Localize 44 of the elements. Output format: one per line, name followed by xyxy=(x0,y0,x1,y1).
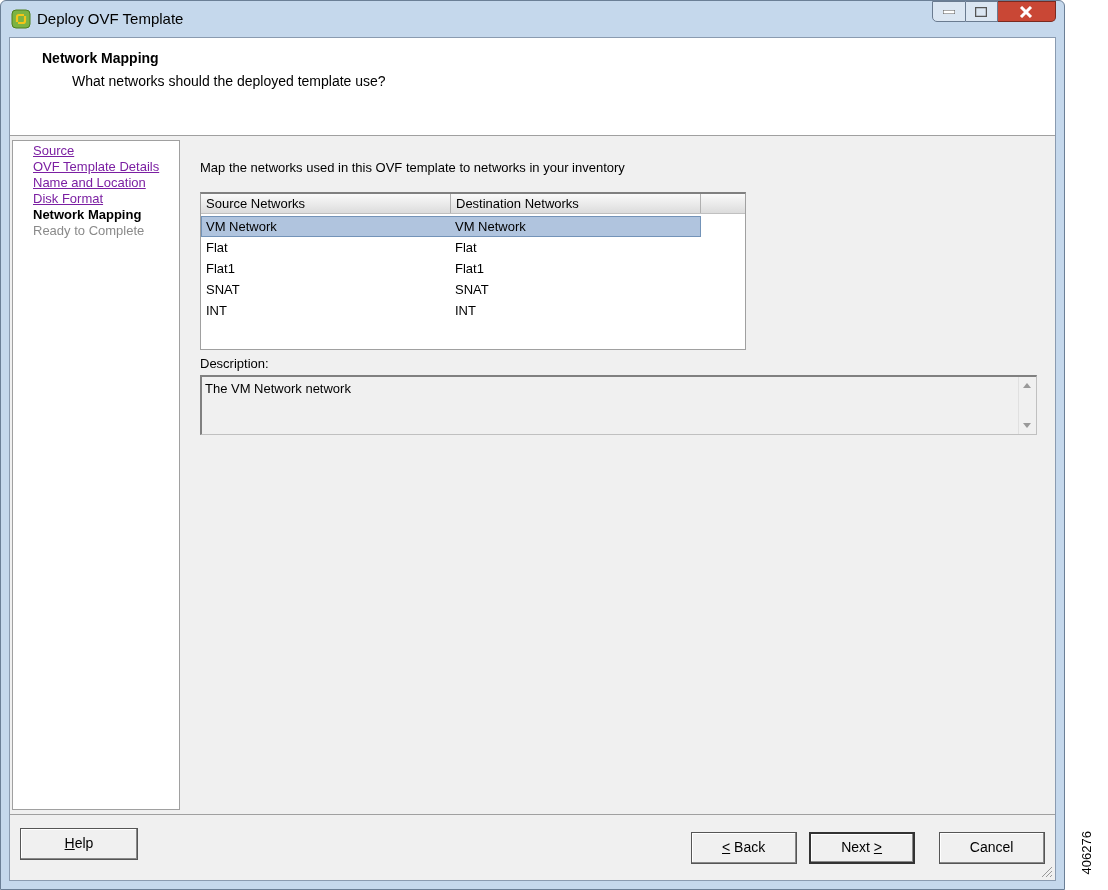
page-heading: Network Mapping xyxy=(42,49,160,68)
table-row[interactable]: Flat1 Flat1 xyxy=(201,257,701,279)
wizard-step[interactable]: OVF Template Details xyxy=(33,159,179,175)
maximize-button[interactable] xyxy=(965,1,998,22)
resize-grip-icon[interactable] xyxy=(1040,866,1053,878)
page-subtitle: What networks should the deployed template use? xyxy=(71,72,387,91)
wizard-step[interactable]: Disk Format xyxy=(33,191,179,207)
wizard-step: Ready to Complete xyxy=(33,223,179,239)
close-button[interactable] xyxy=(997,1,1056,22)
column-header[interactable]: Destination Networks xyxy=(451,193,701,213)
dialog-button[interactable]: < Back xyxy=(690,831,797,864)
description-label: Description: xyxy=(200,354,270,373)
scroll-down-icon[interactable] xyxy=(1023,423,1032,428)
table-row[interactable]: SNAT SNAT xyxy=(201,278,701,300)
app-logo-icon xyxy=(11,9,31,29)
dialog-button[interactable]: Cancel xyxy=(938,831,1045,864)
close-icon xyxy=(1019,5,1034,18)
table-cell-text: VM Network xyxy=(454,217,527,236)
minimize-button[interactable] xyxy=(931,1,966,22)
table-cell-text: Flat1 xyxy=(205,259,236,278)
figure-number: 406276 xyxy=(1077,830,1095,874)
description-text: The VM Network network xyxy=(204,380,352,398)
window-title: Deploy OVF Template xyxy=(37,8,184,29)
table-cell-text: VM Network xyxy=(205,217,278,236)
scroll-up-icon[interactable] xyxy=(1023,383,1032,388)
table-row[interactable]: Flat Flat xyxy=(201,236,701,258)
minimize-icon xyxy=(942,9,955,14)
table-cell-text: Flat xyxy=(205,238,229,257)
wizard-step[interactable]: Source xyxy=(33,143,179,159)
table-row[interactable]: VM Network VM Network xyxy=(201,215,701,237)
dialog-button[interactable]: Next > xyxy=(808,831,915,864)
table-row[interactable]: INT INT xyxy=(201,299,701,321)
dialog-button[interactable]: Help xyxy=(20,827,138,860)
table-cell-text: Flat1 xyxy=(454,259,485,278)
table-cell-text: SNAT xyxy=(205,280,241,299)
table-cell-text: SNAT xyxy=(454,280,490,299)
maximize-icon xyxy=(975,6,988,17)
table-cell-text: INT xyxy=(454,301,477,320)
table-cell-text: Flat xyxy=(454,238,478,257)
instruction-text: Map the networks used in this OVF template to networks in your inventory xyxy=(200,159,626,177)
wizard-step: Network Mapping xyxy=(33,207,179,223)
wizard-step[interactable]: Name and Location xyxy=(33,175,179,191)
column-header[interactable]: Source Networks xyxy=(201,193,451,213)
table-cell-text: INT xyxy=(205,301,228,320)
